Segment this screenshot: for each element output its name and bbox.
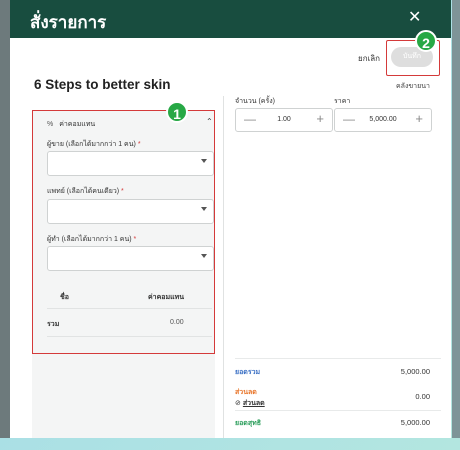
seller-select[interactable] [47, 151, 214, 176]
annotation-badge-2: 2 [415, 30, 437, 52]
chevron-down-icon [201, 254, 207, 258]
percent-icon: % [47, 121, 54, 128]
net-total-label: ยอดสุทธิ [235, 420, 262, 427]
doctor-select[interactable] [47, 199, 214, 224]
modal-title: สั่งรายการ [30, 13, 107, 32]
price-stepper[interactable]: — 5,000.00 + [334, 108, 432, 132]
annotation-badge-1: 1 [166, 101, 188, 123]
close-icon[interactable]: ✕ [408, 9, 421, 27]
price-value[interactable]: 5,000.00 [357, 116, 409, 123]
performer-select[interactable] [47, 246, 214, 271]
panel-divider [223, 96, 224, 438]
commission-header[interactable]: % ค่าคอมแทน [47, 119, 95, 130]
discount-label: ส่วนลด [235, 389, 257, 396]
quantity-value[interactable]: 1.00 [258, 116, 310, 123]
table-total-value: 0.00 [170, 319, 184, 326]
summary-divider [235, 410, 441, 411]
seller-label: ผู้ขาย (เลือกได้มากกว่า 1 คน) * [47, 141, 141, 148]
chevron-down-icon [201, 207, 207, 211]
background-overlay-left [0, 0, 10, 438]
warehouse-label: คลังขายนา [396, 83, 430, 90]
minus-icon[interactable]: — [244, 112, 256, 126]
price-label: ราคา [334, 98, 351, 105]
minus-icon[interactable]: — [343, 112, 355, 126]
doctor-label: แพทย์ (เลือกได้คนเดียว) * [47, 188, 124, 195]
discount-value: 0.00 [415, 392, 430, 401]
chevron-down-icon [201, 159, 207, 163]
plus-icon[interactable]: + [415, 111, 423, 126]
background-overlay-right [452, 0, 460, 438]
net-total-value: 5,000.00 [400, 418, 430, 427]
product-name: 6 Steps to better skin [34, 77, 171, 92]
summary-divider [235, 358, 441, 359]
table-divider [47, 308, 212, 309]
table-total-label: รวม [47, 321, 60, 328]
commission-header-label: ค่าคอมแทน [59, 121, 96, 128]
quantity-label: จำนวน (ครั้ง) [235, 98, 276, 105]
table-header-name: ชื่อ [60, 294, 69, 301]
order-modal: สั่งรายการ ✕ ยกเลิก บันทึก 6 Steps to be… [10, 0, 451, 438]
total-label: ยอดรวม [235, 369, 261, 376]
plus-icon[interactable]: + [316, 111, 324, 126]
cancel-button[interactable]: ยกเลิก [358, 52, 380, 65]
quantity-stepper[interactable]: — 1.00 + [235, 108, 333, 132]
table-divider [47, 336, 212, 337]
discount-link[interactable]: ⊘ ส่วนลด [235, 398, 265, 409]
chevron-up-icon[interactable]: ⌃ [206, 117, 213, 126]
tag-icon: ⊘ [235, 400, 241, 407]
performer-label: ผู้ทำ (เลือกได้มากกว่า 1 คน) * [47, 236, 137, 243]
table-header-commission: ค่าคอมแทน [148, 294, 185, 301]
total-value: 5,000.00 [400, 367, 430, 376]
modal-header: สั่งรายการ ✕ [10, 0, 451, 38]
